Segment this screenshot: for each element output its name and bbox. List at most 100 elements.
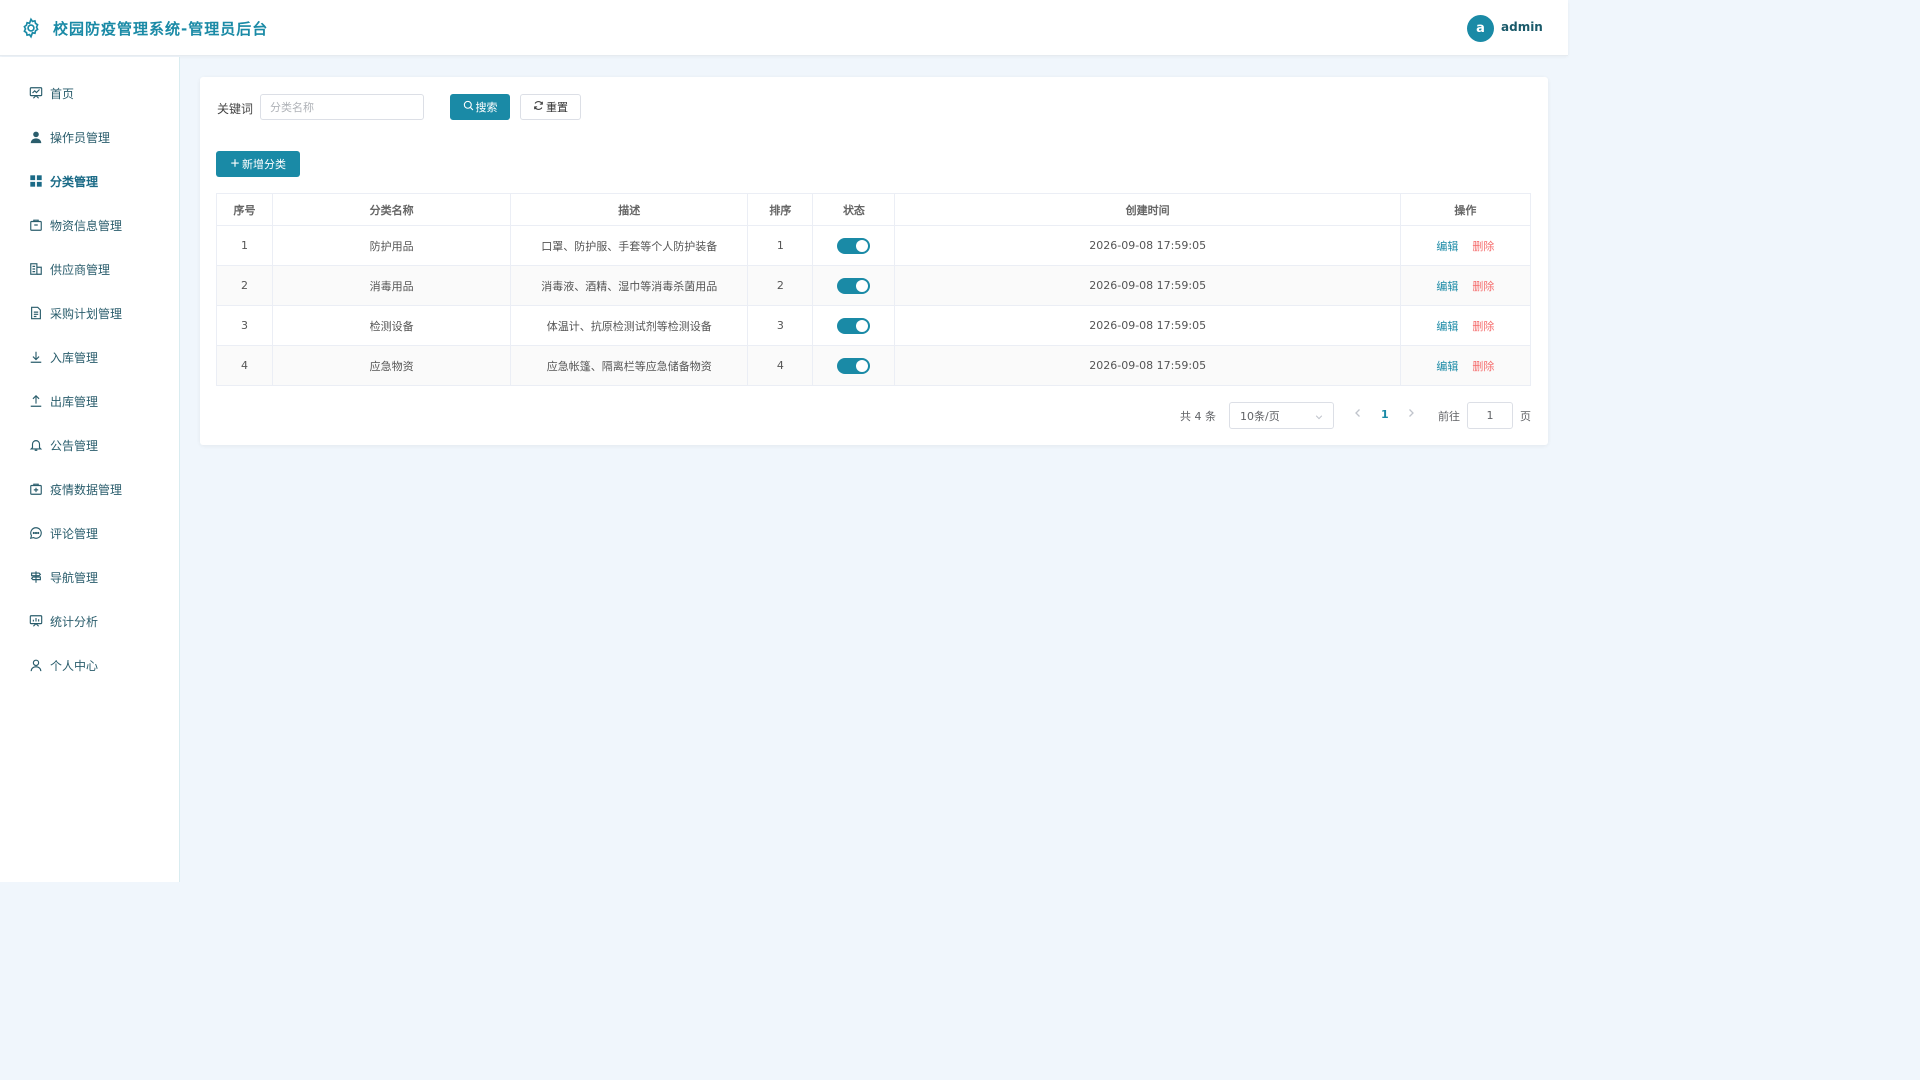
- cell-actions: 编辑 删除: [1399, 225, 1532, 266]
- table-header-row: 序号 分类名称 描述 排序 状态 创建时间 操作: [215, 193, 1532, 226]
- cell-name: 应急物资: [272, 345, 512, 386]
- delete-link[interactable]: 删除: [1472, 240, 1494, 253]
- cell-created: 2026-09-08 17:59:05: [894, 305, 1401, 346]
- sidebar-item-label: 导航管理: [50, 570, 99, 585]
- sidebar-item-comments[interactable]: 评论管理: [0, 511, 179, 555]
- cell-sort: 1: [747, 225, 814, 266]
- cell-sort: 2: [747, 265, 814, 306]
- keyword-label: 关键词: [217, 102, 254, 116]
- sidebar-item-label: 个人中心: [50, 658, 99, 673]
- box-icon: [29, 218, 43, 232]
- sidebar-item-navigation[interactable]: 导航管理: [0, 555, 179, 599]
- medical-box-icon: [29, 482, 43, 496]
- sidebar-item-profile[interactable]: 个人中心: [0, 643, 179, 687]
- cell-index: 1: [215, 225, 274, 266]
- sidebar-item-label: 采购计划管理: [50, 306, 123, 321]
- bell-icon: [29, 438, 43, 452]
- table-row: 4 应急物资 应急帐篷、隔离栏等应急储备物资 4 2026-09-08 17:5…: [215, 345, 1532, 386]
- delete-link[interactable]: 删除: [1472, 360, 1494, 373]
- sidebar-item-epidemic-data[interactable]: 疫情数据管理: [0, 467, 179, 511]
- cell-status: [812, 265, 896, 306]
- grid-icon: [29, 174, 43, 188]
- sidebar-item-label: 首页: [50, 86, 75, 101]
- column-header-status: 状态: [812, 193, 896, 226]
- cell-status: [812, 225, 896, 266]
- chevron-down-icon: [1315, 411, 1323, 420]
- page-size-value: 10条/页: [1240, 409, 1280, 423]
- sidebar-item-materials[interactable]: 物资信息管理: [0, 203, 179, 247]
- column-header-name: 分类名称: [272, 193, 512, 226]
- username[interactable]: admin: [1501, 20, 1543, 34]
- table-row: 1 防护用品 口罩、防护服、手套等个人防护装备 1 2026-09-08 17:…: [215, 225, 1532, 266]
- reset-button[interactable]: 重置: [520, 94, 581, 120]
- keyword-input[interactable]: [260, 94, 424, 120]
- sidebar-item-label: 出库管理: [50, 394, 99, 409]
- add-category-button[interactable]: 新增分类: [216, 151, 300, 177]
- cell-name: 检测设备: [272, 305, 512, 346]
- sidebar-item-purchase-plans[interactable]: 采购计划管理: [0, 291, 179, 335]
- cell-created: 2026-09-08 17:59:05: [894, 225, 1401, 266]
- search-icon: [463, 100, 474, 114]
- delete-link[interactable]: 删除: [1472, 280, 1494, 293]
- sidebar-item-statistics[interactable]: 统计分析: [0, 599, 179, 643]
- cell-actions: 编辑 删除: [1399, 345, 1532, 386]
- column-header-sort: 排序: [747, 193, 814, 226]
- edit-link[interactable]: 编辑: [1436, 360, 1458, 373]
- sidebar-item-label: 公告管理: [50, 438, 99, 453]
- sidebar-item-categories[interactable]: 分类管理: [0, 159, 179, 203]
- category-panel: 关键词 搜索 重置 新增分类 序号 分类名称 描述 排序 状态 创建时间 操作 …: [200, 77, 1548, 445]
- sidebar-item-label: 统计分析: [50, 614, 99, 629]
- chevron-right-icon: [1409, 409, 1414, 417]
- cell-sort: 3: [747, 305, 814, 346]
- delete-link[interactable]: 删除: [1472, 320, 1494, 333]
- sidebar-item-stock-out[interactable]: 出库管理: [0, 379, 179, 423]
- top-header: 校园防疫管理系统-管理员后台 a admin: [0, 0, 1568, 56]
- edit-link[interactable]: 编辑: [1436, 280, 1458, 293]
- page-number-current[interactable]: 1: [1381, 408, 1389, 421]
- cell-actions: 编辑 删除: [1399, 305, 1532, 346]
- plus-icon: [230, 158, 240, 171]
- edit-link[interactable]: 编辑: [1436, 320, 1458, 333]
- sidebar-item-label: 操作员管理: [50, 130, 111, 145]
- refresh-icon: [533, 100, 544, 114]
- status-toggle[interactable]: [837, 277, 871, 294]
- sidebar: 首页 操作员管理 分类管理 物资信息管理 供应商管理 采购计划管理 入库管理 出…: [0, 57, 180, 882]
- chat-icon: [29, 526, 43, 540]
- sidebar-item-label: 入库管理: [50, 350, 99, 365]
- sidebar-item-label: 物资信息管理: [50, 218, 123, 233]
- status-toggle[interactable]: [837, 237, 871, 254]
- chart-board-icon: [29, 614, 43, 628]
- column-header-description: 描述: [510, 193, 749, 226]
- goto-page-input[interactable]: [1467, 402, 1513, 429]
- upload-icon: [29, 394, 43, 408]
- chevron-left-icon: [1355, 409, 1360, 417]
- sidebar-item-home[interactable]: 首页: [0, 71, 179, 115]
- status-toggle[interactable]: [837, 317, 871, 334]
- add-category-label: 新增分类: [242, 158, 286, 171]
- edit-link[interactable]: 编辑: [1436, 240, 1458, 253]
- category-table: 序号 分类名称 描述 排序 状态 创建时间 操作 1 防护用品 口罩、防护服、手…: [215, 193, 1532, 386]
- sidebar-item-operators[interactable]: 操作员管理: [0, 115, 179, 159]
- next-page-button[interactable]: [1407, 408, 1417, 422]
- user-icon: [29, 130, 43, 144]
- cell-status: [812, 305, 896, 346]
- prev-page-button[interactable]: [1354, 408, 1364, 422]
- search-button[interactable]: 搜索: [450, 94, 510, 120]
- cell-description: 消毒液、酒精、湿巾等消毒杀菌用品: [510, 265, 749, 306]
- sidebar-item-label: 分类管理: [50, 174, 99, 189]
- goto-label: 前往: [1438, 410, 1460, 423]
- page-size-select[interactable]: 10条/页: [1229, 402, 1334, 429]
- cell-name: 防护用品: [272, 225, 512, 266]
- sidebar-item-stock-in[interactable]: 入库管理: [0, 335, 179, 379]
- cell-index: 4: [215, 345, 274, 386]
- cell-status: [812, 345, 896, 386]
- search-button-label: 搜索: [475, 101, 498, 114]
- sidebar-item-suppliers[interactable]: 供应商管理: [0, 247, 179, 291]
- cell-actions: 编辑 删除: [1399, 265, 1532, 306]
- cell-index: 2: [215, 265, 274, 306]
- status-toggle[interactable]: [837, 357, 871, 374]
- sidebar-item-label: 评论管理: [50, 526, 99, 541]
- column-header-created: 创建时间: [894, 193, 1401, 226]
- sidebar-item-notices[interactable]: 公告管理: [0, 423, 179, 467]
- avatar[interactable]: a: [1467, 15, 1494, 42]
